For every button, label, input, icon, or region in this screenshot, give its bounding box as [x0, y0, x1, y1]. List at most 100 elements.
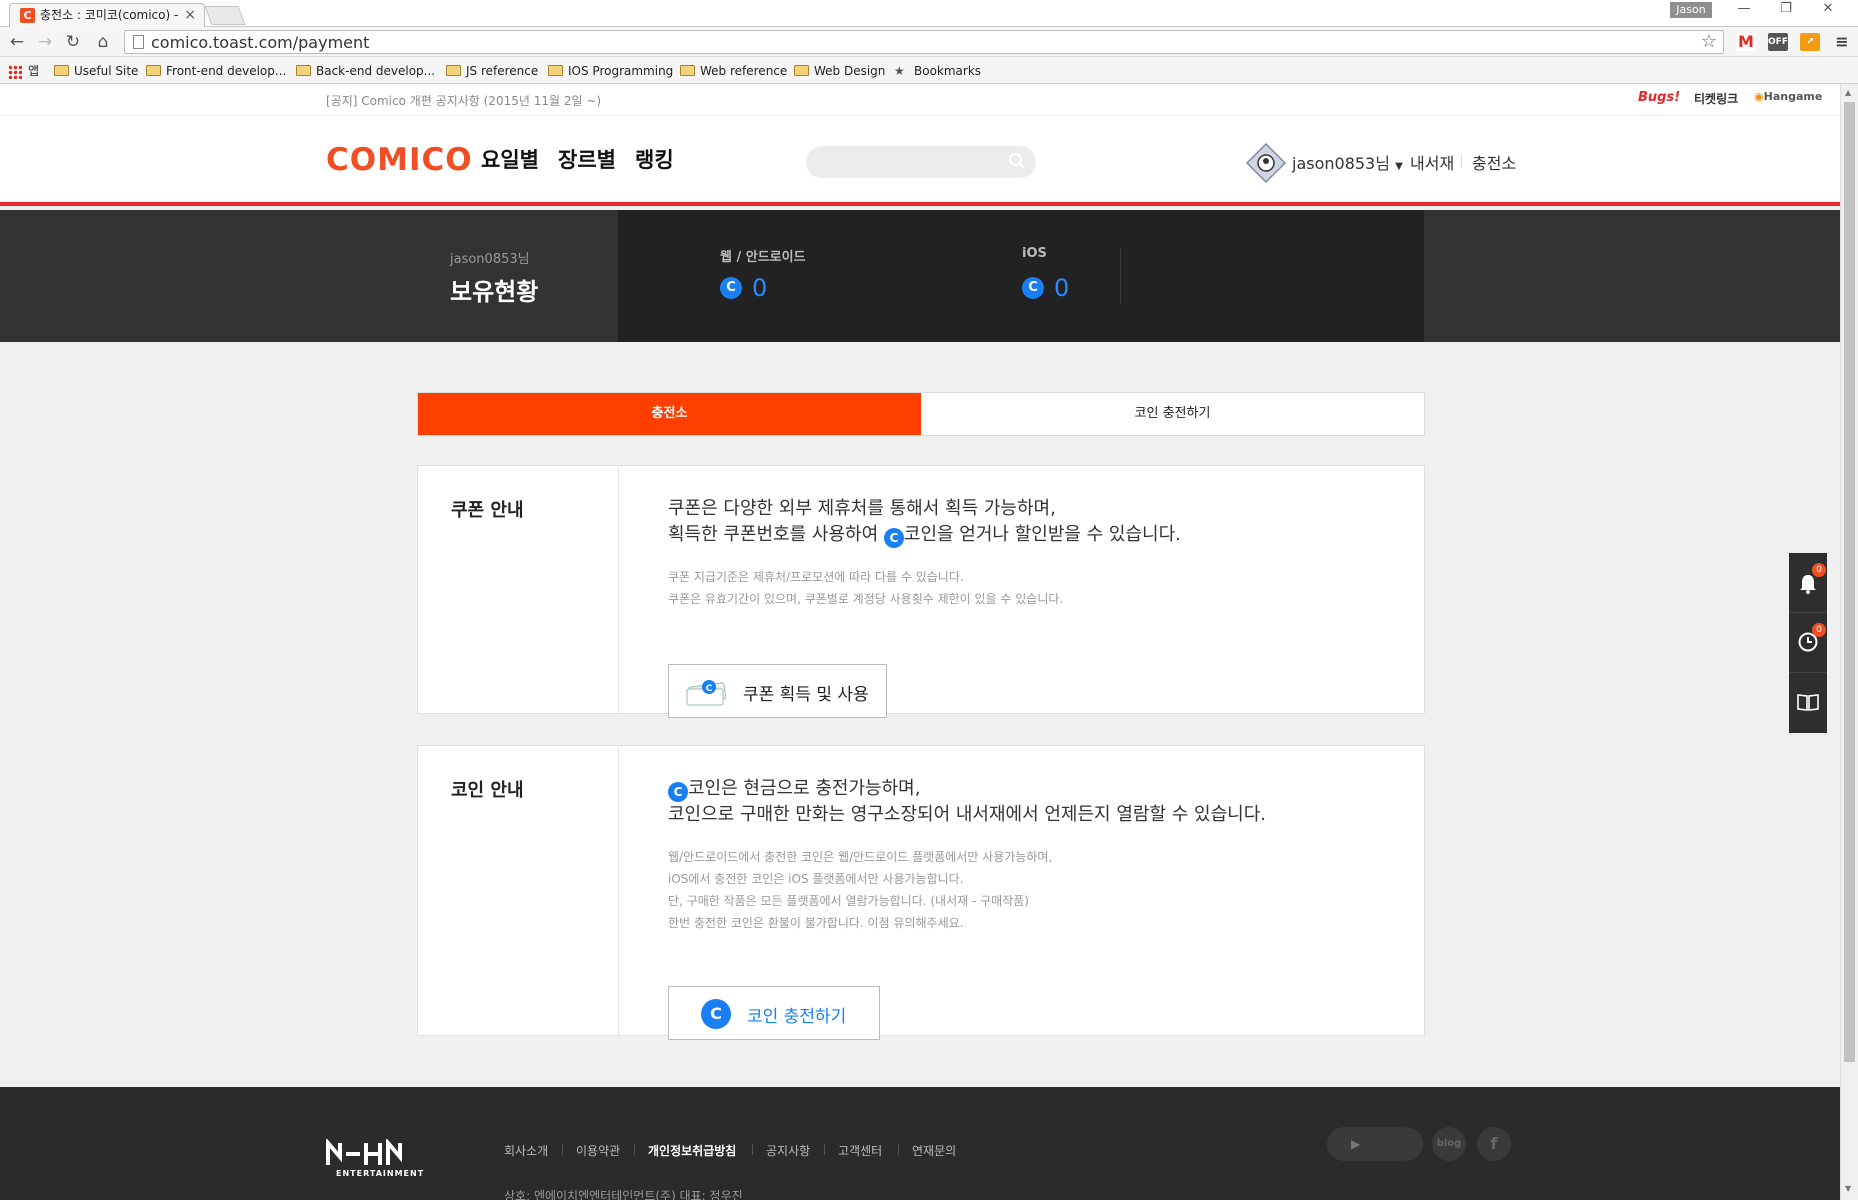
status-title: 보유현황: [450, 278, 539, 306]
coin-title: 코인 안내: [451, 780, 524, 801]
browser-toolbar: ← → ↻ ⌂ comico.toast.com/payment ☆ M OFF…: [0, 27, 1858, 57]
restore-icon[interactable]: ❐: [1766, 1, 1806, 16]
bookmark-bookmarks[interactable]: ★ Bookmarks: [894, 62, 981, 80]
coin-charge-button[interactable]: C 코인 충전하기: [668, 986, 880, 1040]
tab-charge-station[interactable]: 충전소: [418, 393, 921, 435]
ios-label: iOS: [1022, 246, 1047, 261]
close-window-icon[interactable]: ✕: [1808, 1, 1848, 16]
back-icon[interactable]: ←: [6, 31, 28, 53]
divider: [1461, 154, 1462, 168]
bookmark-useful-site[interactable]: Useful Site: [54, 62, 138, 80]
divider: [752, 1144, 753, 1155]
my-library-link[interactable]: 내서재: [1410, 150, 1454, 174]
search-icon[interactable]: [1008, 152, 1026, 170]
profile-badge[interactable]: Jason: [1670, 2, 1712, 18]
coin-icon: C: [720, 277, 742, 299]
address-bar[interactable]: comico.toast.com/payment ☆: [124, 30, 1724, 54]
menu-by-day[interactable]: 요일별: [481, 144, 539, 174]
footer-link-support[interactable]: 고객센터: [838, 1142, 882, 1159]
close-tab-icon[interactable]: ×: [184, 4, 196, 26]
divider: [634, 1144, 635, 1155]
bookmark-web-reference[interactable]: Web reference: [680, 62, 787, 80]
footer-link-privacy[interactable]: 개인정보취급방침: [648, 1142, 736, 1159]
search-input[interactable]: [818, 152, 998, 172]
menu-by-genre[interactable]: 장르별: [558, 144, 616, 174]
facebook-icon[interactable]: f: [1477, 1127, 1511, 1161]
play-store-icon[interactable]: ▶: [1351, 1127, 1360, 1161]
bookmark-star-icon[interactable]: ☆: [1701, 31, 1717, 53]
coupon-icon: C: [686, 680, 727, 706]
coin-note-4: 한번 충전한 코인은 환불이 불가합니다. 이점 유의해주세요.: [668, 916, 964, 930]
hangame-link[interactable]: ◉Hangame: [1754, 90, 1822, 103]
scroll-down-icon[interactable]: ▼: [1845, 1184, 1851, 1193]
footer-link-terms[interactable]: 이용약관: [576, 1142, 620, 1159]
coin-icon: C: [1022, 277, 1044, 299]
web-android-label: 웹 / 안드로이드: [720, 250, 806, 265]
notice-link[interactable]: [공지] Comico 개편 공지사항 (2015년 11월 2일 ~): [326, 92, 601, 109]
avatar[interactable]: [1245, 142, 1287, 184]
bookmark-web-design[interactable]: Web Design: [794, 62, 885, 80]
footer-link-inquiry[interactable]: 연재문의: [912, 1142, 956, 1159]
global-navigation: COMICO 요일별 장르별 랭킹 jason0853님 ▼ 내서재 충전소: [0, 116, 1840, 206]
tab-coin-charge[interactable]: 코인 충전하기: [921, 393, 1424, 435]
coupon-button[interactable]: C 쿠폰 획득 및 사용: [668, 664, 887, 718]
library-button[interactable]: [1789, 673, 1827, 733]
folder-icon: [680, 65, 695, 76]
bookmarks-bar: 앱 Useful Site Front-end develop... Back-…: [0, 57, 1858, 84]
scroll-thumb[interactable]: [1844, 102, 1855, 1062]
folder-icon: [446, 65, 461, 76]
page-scrollbar[interactable]: ▲ ▼: [1840, 84, 1858, 1200]
coupon-lead-2: 획득한 쿠폰번호를 사용하여 C 코인을 얻거나 할인받을 수 있습니다.: [668, 522, 1388, 548]
company-info: 상호: 엔에이치엔엔터테인먼트(주) 대표: 정우진: [504, 1189, 743, 1200]
comico-logo[interactable]: COMICO: [326, 142, 473, 178]
browser-tab-title: 충전소 : 코미코(comico) -: [40, 8, 179, 22]
bookmark-front-end[interactable]: Front-end develop...: [146, 62, 286, 80]
gmail-icon[interactable]: M: [1736, 33, 1756, 51]
new-tab-button[interactable]: [204, 6, 246, 25]
scroll-up-icon[interactable]: ▲: [1845, 88, 1851, 97]
divider: [1120, 248, 1121, 304]
nhn-logo-subtitle: ENTERTAINMENT: [336, 1169, 425, 1178]
web-coin-value: 0: [752, 274, 768, 302]
hangame-icon: ◉: [1754, 90, 1764, 103]
blog-icon[interactable]: blog: [1432, 1127, 1466, 1161]
bookmark-ios-programming[interactable]: IOS Programming: [548, 62, 673, 80]
url-text[interactable]: comico.toast.com/payment: [151, 32, 369, 54]
coupon-note-1: 쿠폰 지급기준은 제휴처/프로모션에 따라 다를 수 있습니다.: [668, 570, 964, 584]
apps-icon: [8, 65, 22, 79]
folder-icon: [54, 65, 69, 76]
coin-icon: C: [701, 999, 731, 1029]
section-head: 코인 안내: [418, 746, 619, 1035]
svg-text:C: C: [706, 684, 713, 694]
coin-section: 코인 안내 C 코인은 현금으로 충전가능하며, 코인으로 구매한 만화는 영구소…: [417, 745, 1425, 1040]
footer-link-about[interactable]: 회사소개: [504, 1142, 548, 1159]
menu-icon[interactable]: ≡: [1832, 33, 1852, 51]
coin-icon: C: [668, 782, 688, 802]
bugs-link[interactable]: Bugs!: [1638, 90, 1680, 105]
page-icon: [133, 35, 144, 49]
app-store-links: ▶: [1327, 1127, 1423, 1161]
ticketlink-link[interactable]: 티켓링크: [1694, 90, 1738, 107]
user-menu[interactable]: jason0853님 ▼: [1292, 150, 1403, 174]
charge-station-link[interactable]: 충전소: [1472, 150, 1516, 174]
menu-ranking[interactable]: 랭킹: [635, 144, 674, 174]
bookmark-apps[interactable]: 앱: [8, 62, 39, 80]
divider: [824, 1144, 825, 1155]
coupon-body: 쿠폰은 다양한 외부 제휴처를 통해서 획득 가능하며, 획득한 쿠폰번호를 사…: [668, 496, 1388, 718]
bookmark-back-end[interactable]: Back-end develop...: [296, 62, 435, 80]
notification-button[interactable]: 0: [1789, 553, 1827, 613]
chart-icon[interactable]: ↗: [1800, 33, 1820, 51]
adblock-off-icon[interactable]: OFF: [1768, 33, 1788, 51]
forward-icon[interactable]: →: [34, 31, 56, 53]
footer-link-notice[interactable]: 공지사항: [766, 1142, 810, 1159]
minimize-icon[interactable]: —: [1724, 1, 1764, 16]
recent-badge: 0: [1812, 623, 1826, 637]
charge-tabs: 충전소 코인 충전하기: [417, 392, 1425, 436]
recent-button[interactable]: 0: [1789, 613, 1827, 673]
bookmark-js-reference[interactable]: JS reference: [446, 62, 538, 80]
coin-lead-1: C 코인은 현금으로 충전가능하며,: [668, 776, 1388, 802]
browser-tab[interactable]: C 충전소 : 코미코(comico) - ×: [9, 3, 205, 27]
nhn-logo[interactable]: [326, 1139, 430, 1167]
reload-icon[interactable]: ↻: [62, 31, 84, 53]
home-icon[interactable]: ⌂: [92, 31, 114, 53]
